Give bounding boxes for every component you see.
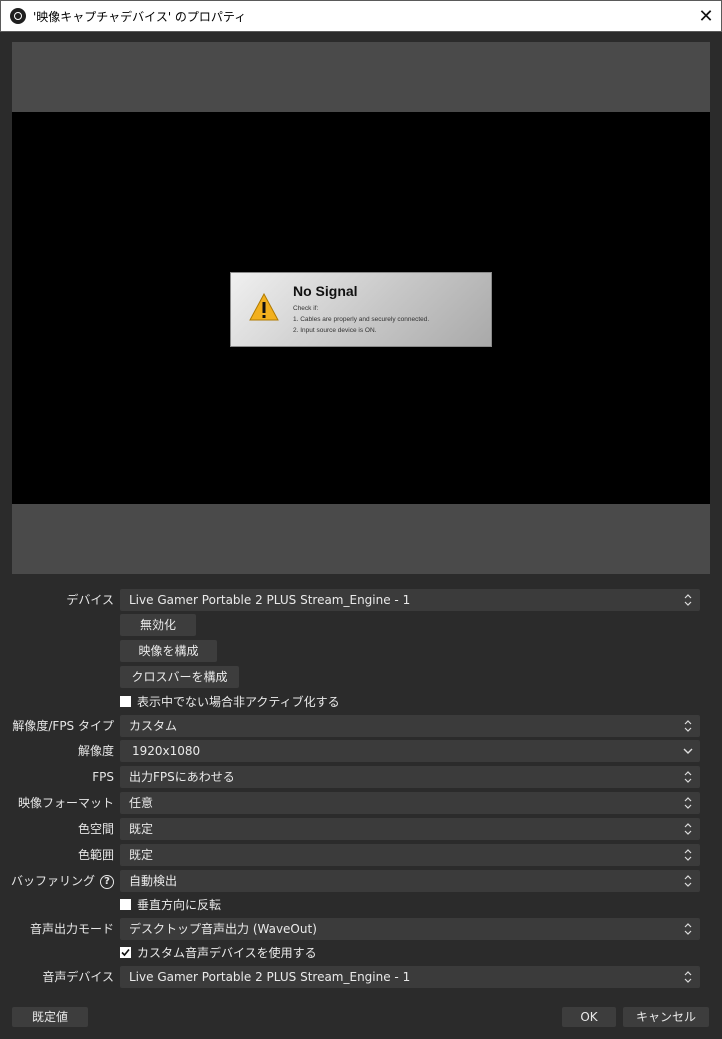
deactivate-hidden-checkbox-row[interactable]: 表示中でない場合非アクティブ化する <box>120 692 340 710</box>
no-signal-panel: No Signal Check if: 1. Cables are proper… <box>230 272 492 347</box>
flip-vertical-label: 垂直方向に反転 <box>137 897 222 912</box>
fps-value: 出力FPSにあわせる <box>129 770 235 784</box>
deactivate-button[interactable]: 無効化 <box>120 614 196 636</box>
color-range-select[interactable]: 既定 <box>120 844 700 866</box>
flip-vertical-checkbox-row[interactable]: 垂直方向に反転 <box>120 895 221 913</box>
buffering-label: バッファリング <box>10 874 95 888</box>
updown-arrows-icon <box>681 718 695 734</box>
buffering-row: バッファリング? 自動検出 <box>0 870 722 892</box>
updown-arrows-icon <box>681 873 695 889</box>
color-space-select[interactable]: 既定 <box>120 818 700 840</box>
updown-arrows-icon <box>681 769 695 785</box>
device-row: デバイス Live Gamer Portable 2 PLUS Stream_E… <box>0 589 722 611</box>
updown-arrows-icon <box>681 921 695 937</box>
audio-device-select[interactable]: Live Gamer Portable 2 PLUS Stream_Engine… <box>120 966 700 988</box>
resolution-label: 解像度 <box>77 744 114 758</box>
color-range-label: 色範囲 <box>77 848 114 862</box>
deactivate-hidden-label: 表示中でない場合非アクティブ化する <box>137 694 340 709</box>
video-format-row: 映像フォーマット 任意 <box>0 792 722 814</box>
buffering-label-group: バッファリング? <box>11 870 114 892</box>
preview-video-area: No Signal Check if: 1. Cables are proper… <box>12 112 710 504</box>
audio-output-label: 音声出力モード <box>29 922 114 936</box>
configure-video-button[interactable]: 映像を構成 <box>120 640 217 662</box>
res-type-value: カスタム <box>129 719 178 733</box>
configure-crossbar-button[interactable]: クロスバーを構成 <box>120 666 239 688</box>
custom-audio-checkbox[interactable] <box>120 946 131 958</box>
fps-label: FPS <box>92 770 114 784</box>
buffering-select[interactable]: 自動検出 <box>120 870 700 892</box>
cancel-button[interactable]: キャンセル <box>623 1007 709 1027</box>
device-value: Live Gamer Portable 2 PLUS Stream_Engine… <box>129 593 411 607</box>
help-icon[interactable]: ? <box>100 874 114 889</box>
resolution-combobox[interactable]: 1920x1080 <box>120 740 700 762</box>
device-select[interactable]: Live Gamer Portable 2 PLUS Stream_Engine… <box>120 589 700 611</box>
checkmark-icon <box>121 948 130 956</box>
fps-select[interactable]: 出力FPSにあわせる <box>120 766 700 788</box>
color-space-value: 既定 <box>129 822 154 836</box>
res-type-label: 解像度/FPS タイプ <box>12 719 114 733</box>
resolution-row: 解像度 1920x1080 <box>0 740 722 762</box>
source-preview: No Signal Check if: 1. Cables are proper… <box>12 42 710 574</box>
custom-audio-label: カスタム音声デバイスを使用する <box>137 945 317 960</box>
device-label: デバイス <box>66 593 114 607</box>
obs-logo-icon <box>10 8 26 24</box>
no-signal-title: No Signal <box>293 283 358 299</box>
audio-output-value: デスクトップ音声出力 (WaveOut) <box>129 922 317 936</box>
res-type-row: 解像度/FPS タイプ カスタム <box>0 715 722 737</box>
ok-button[interactable]: OK <box>562 1007 616 1027</box>
audio-output-row: 音声出力モード デスクトップ音声出力 (WaveOut) <box>0 918 722 940</box>
no-signal-line-2: 2. Input source device is ON. <box>293 327 377 334</box>
audio-device-label: 音声デバイス <box>42 970 114 984</box>
close-button[interactable]: ✕ <box>691 1 721 31</box>
res-type-select[interactable]: カスタム <box>120 715 700 737</box>
updown-arrows-icon <box>681 795 695 811</box>
flip-vertical-checkbox[interactable] <box>120 898 131 910</box>
color-range-row: 色範囲 既定 <box>0 844 722 866</box>
title-bar: '映像キャプチャデバイス' のプロパティ ✕ <box>0 0 722 32</box>
no-signal-line-1: 1. Cables are properly and securely conn… <box>293 316 430 323</box>
updown-arrows-icon <box>681 847 695 863</box>
warning-icon <box>249 293 279 321</box>
chevron-down-icon <box>681 743 695 759</box>
resolution-value: 1920x1080 <box>132 744 201 758</box>
defaults-button[interactable]: 既定値 <box>12 1007 88 1027</box>
audio-device-row: 音声デバイス Live Gamer Portable 2 PLUS Stream… <box>0 966 722 988</box>
updown-arrows-icon <box>681 592 695 608</box>
audio-output-select[interactable]: デスクトップ音声出力 (WaveOut) <box>120 918 700 940</box>
custom-audio-checkbox-row[interactable]: カスタム音声デバイスを使用する <box>120 943 317 961</box>
fps-row: FPS 出力FPSにあわせる <box>0 766 722 788</box>
video-format-select[interactable]: 任意 <box>120 792 700 814</box>
no-signal-check: Check if: <box>293 305 319 312</box>
buffering-value: 自動検出 <box>129 874 178 888</box>
color-range-value: 既定 <box>129 848 154 862</box>
updown-arrows-icon <box>681 969 695 985</box>
color-space-row: 色空間 既定 <box>0 818 722 840</box>
color-space-label: 色空間 <box>77 822 114 836</box>
window-title: '映像キャプチャデバイス' のプロパティ <box>33 9 247 24</box>
video-format-label: 映像フォーマット <box>17 796 114 810</box>
video-format-value: 任意 <box>129 796 154 810</box>
deactivate-hidden-checkbox[interactable] <box>120 695 131 707</box>
updown-arrows-icon <box>681 821 695 837</box>
audio-device-value: Live Gamer Portable 2 PLUS Stream_Engine… <box>129 970 411 984</box>
